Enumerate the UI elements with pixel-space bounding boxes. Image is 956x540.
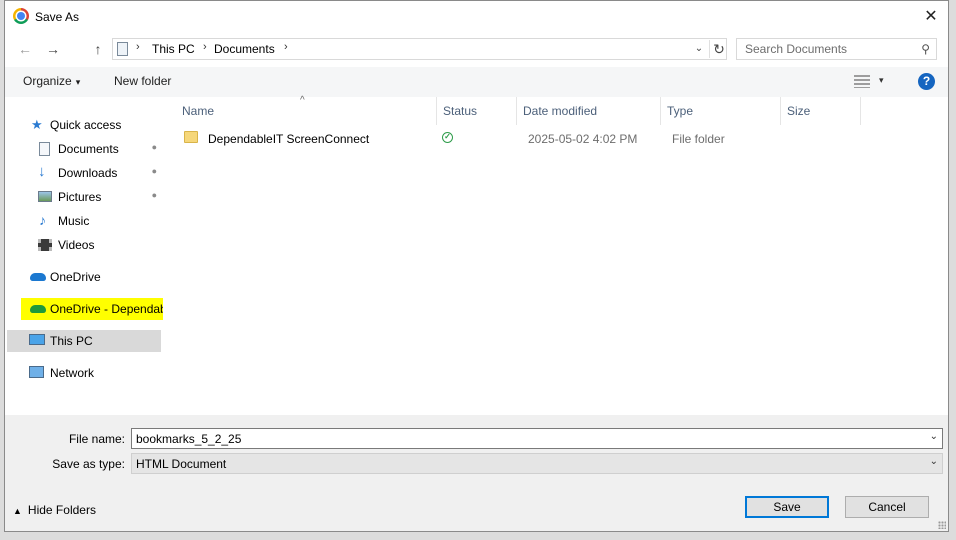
nav-item-label: Network <box>50 366 95 380</box>
chevron-down-icon[interactable]: ⌄ <box>930 431 938 442</box>
nav-item-downloads[interactable]: ↓ Downloads ● <box>5 162 161 184</box>
chevron-down-icon[interactable]: ⌄ <box>930 456 938 467</box>
resize-grip[interactable] <box>938 521 946 529</box>
file-type: File folder <box>672 132 725 146</box>
column-header-date-modified[interactable]: Date modified <box>523 104 597 118</box>
nav-item-label: OneDrive <box>50 270 101 284</box>
chrome-icon <box>13 8 29 24</box>
nav-item-onedrive-business[interactable]: OneDrive - Dependab <box>21 298 163 320</box>
chevron-down-icon[interactable]: ▾ <box>879 75 884 86</box>
file-row[interactable]: DependableIT ScreenConnect ✓ 2025-05-02 … <box>179 127 929 149</box>
nav-item-label: Videos <box>58 238 95 252</box>
sort-ascending-icon: ^ <box>300 95 305 106</box>
breadcrumb-separator[interactable]: › <box>284 41 288 53</box>
new-folder-button[interactable]: New folder <box>114 74 171 88</box>
file-name-label: File name: <box>68 432 125 446</box>
search-placeholder: Search Documents <box>745 42 848 56</box>
music-icon: ♪ <box>39 212 46 228</box>
column-divider[interactable] <box>660 97 661 125</box>
up-button[interactable]: ↑ <box>88 39 108 59</box>
onedrive-icon <box>30 273 46 281</box>
save-as-dialog: Save As ✕ ← → ↑ › This PC › Documents › … <box>4 0 949 532</box>
chevron-up-icon: ▲ <box>13 506 22 516</box>
column-header-name[interactable]: Name <box>182 104 214 118</box>
nav-item-label: Quick access <box>50 118 122 132</box>
toolbar: Organize ▾ New folder ▾ ? <box>5 67 948 97</box>
nav-item-videos[interactable]: Videos <box>5 234 161 256</box>
column-header-type[interactable]: Type <box>667 104 693 118</box>
onedrive-business-icon <box>30 305 46 313</box>
nav-item-label: Documents <box>58 142 119 156</box>
window-title: Save As <box>35 10 80 24</box>
breadcrumb-documents[interactable]: Documents <box>214 42 275 56</box>
nav-item-label: OneDrive - Dependab <box>50 302 163 316</box>
chevron-down-icon[interactable]: ⌄ <box>691 40 707 58</box>
breadcrumb-separator[interactable]: › <box>203 41 207 53</box>
save-type-select[interactable]: HTML Document ⌄ <box>131 453 943 474</box>
nav-item-documents[interactable]: Documents ● <box>5 138 161 160</box>
downloads-icon: ↓ <box>38 163 46 180</box>
hide-folders-button[interactable]: ▲ Hide Folders <box>13 503 96 517</box>
column-divider[interactable] <box>780 97 781 125</box>
pin-icon: ● <box>151 190 157 200</box>
refresh-button[interactable]: ↻ <box>709 40 728 58</box>
column-header-size[interactable]: Size <box>787 104 810 118</box>
breadcrumb-separator[interactable]: › <box>136 41 140 53</box>
nav-item-pictures[interactable]: Pictures ● <box>5 186 161 208</box>
forward-button[interactable]: → <box>43 39 63 59</box>
address-bar[interactable]: › This PC › Documents › ⌄ ↻ <box>112 38 727 60</box>
organize-button[interactable]: Organize ▾ <box>23 74 80 88</box>
file-name: DependableIT ScreenConnect <box>208 132 370 146</box>
breadcrumb-this-pc[interactable]: This PC <box>152 42 195 56</box>
nav-item-label: Downloads <box>58 166 118 180</box>
view-options-icon[interactable] <box>854 75 870 88</box>
save-button[interactable]: Save <box>745 496 829 518</box>
folder-icon <box>184 131 198 143</box>
pin-icon: ● <box>151 166 157 176</box>
hide-folders-label: Hide Folders <box>27 503 96 517</box>
column-divider[interactable] <box>516 97 517 125</box>
nav-item-network[interactable]: Network <box>5 362 161 384</box>
column-divider[interactable] <box>436 97 437 125</box>
address-row: ← → ↑ › This PC › Documents › ⌄ ↻ Search… <box>5 35 948 63</box>
document-location-icon <box>117 42 128 56</box>
dialog-footer: File name: bookmarks_5_2_25 ⌄ Save as ty… <box>5 415 948 531</box>
chevron-down-icon: ▾ <box>75 77 81 87</box>
search-icon[interactable]: ⚲ <box>921 42 930 56</box>
organize-label: Organize <box>23 74 72 88</box>
nav-item-quick-access[interactable]: ★ Quick access <box>5 114 161 136</box>
file-name-value: bookmarks_5_2_25 <box>136 432 242 446</box>
nav-item-music[interactable]: ♪ Music <box>5 210 161 232</box>
sync-status-icon: ✓ <box>442 132 453 143</box>
close-button[interactable]: ✕ <box>914 1 948 32</box>
column-header-status[interactable]: Status <box>443 104 477 118</box>
star-icon: ★ <box>31 117 43 132</box>
column-divider[interactable] <box>860 97 861 125</box>
file-date-modified: 2025-05-02 4:02 PM <box>528 132 638 146</box>
nav-item-label: This PC <box>50 334 93 348</box>
pin-icon: ● <box>151 142 157 152</box>
save-type-value: HTML Document <box>136 457 227 471</box>
save-type-label: Save as type: <box>52 457 125 471</box>
nav-item-label: Pictures <box>58 190 102 204</box>
file-list: ^ Name Status Date modified Type Size De… <box>163 95 948 415</box>
nav-item-this-pc[interactable]: This PC <box>7 330 161 352</box>
back-button[interactable]: ← <box>15 39 35 59</box>
title-bar: Save As ✕ <box>5 1 948 32</box>
navigation-pane: ★ Quick access Documents ● ↓ Downloads ●… <box>5 97 163 415</box>
documents-icon <box>39 142 50 156</box>
help-icon[interactable]: ? <box>918 73 935 90</box>
nav-item-onedrive[interactable]: OneDrive <box>5 266 161 288</box>
pictures-icon <box>38 191 52 202</box>
file-name-input[interactable]: bookmarks_5_2_25 ⌄ <box>131 428 943 449</box>
videos-icon <box>38 239 52 251</box>
network-icon <box>29 366 44 378</box>
this-pc-icon <box>29 334 45 345</box>
nav-item-label: Music <box>58 214 90 228</box>
search-input[interactable]: Search Documents ⚲ <box>736 38 937 60</box>
cancel-button[interactable]: Cancel <box>845 496 929 518</box>
